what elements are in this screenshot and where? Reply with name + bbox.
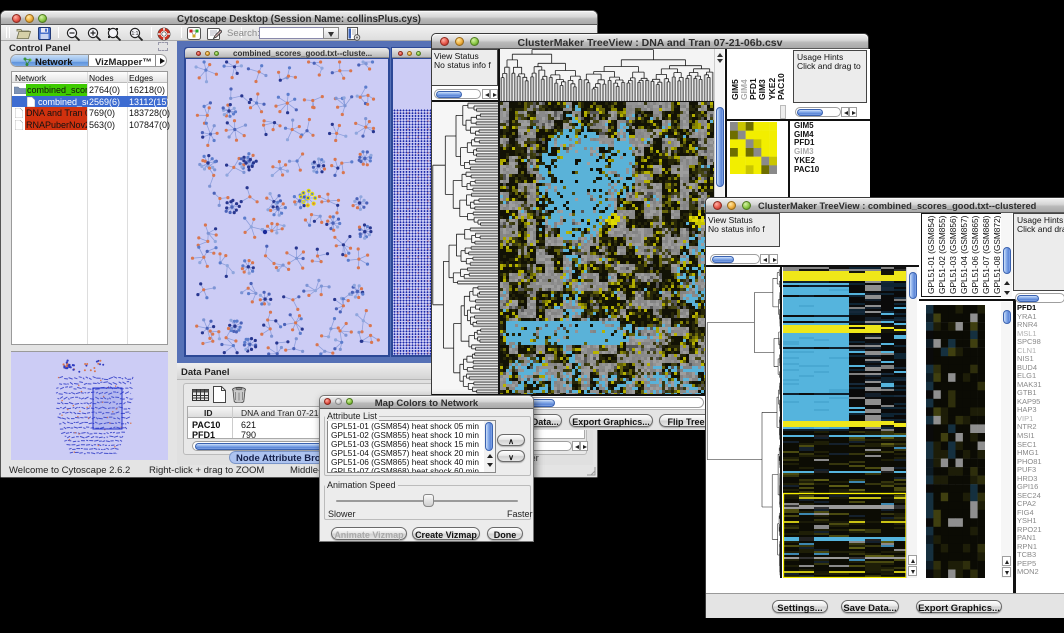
svg-text:1:1: 1:1: [132, 31, 139, 37]
